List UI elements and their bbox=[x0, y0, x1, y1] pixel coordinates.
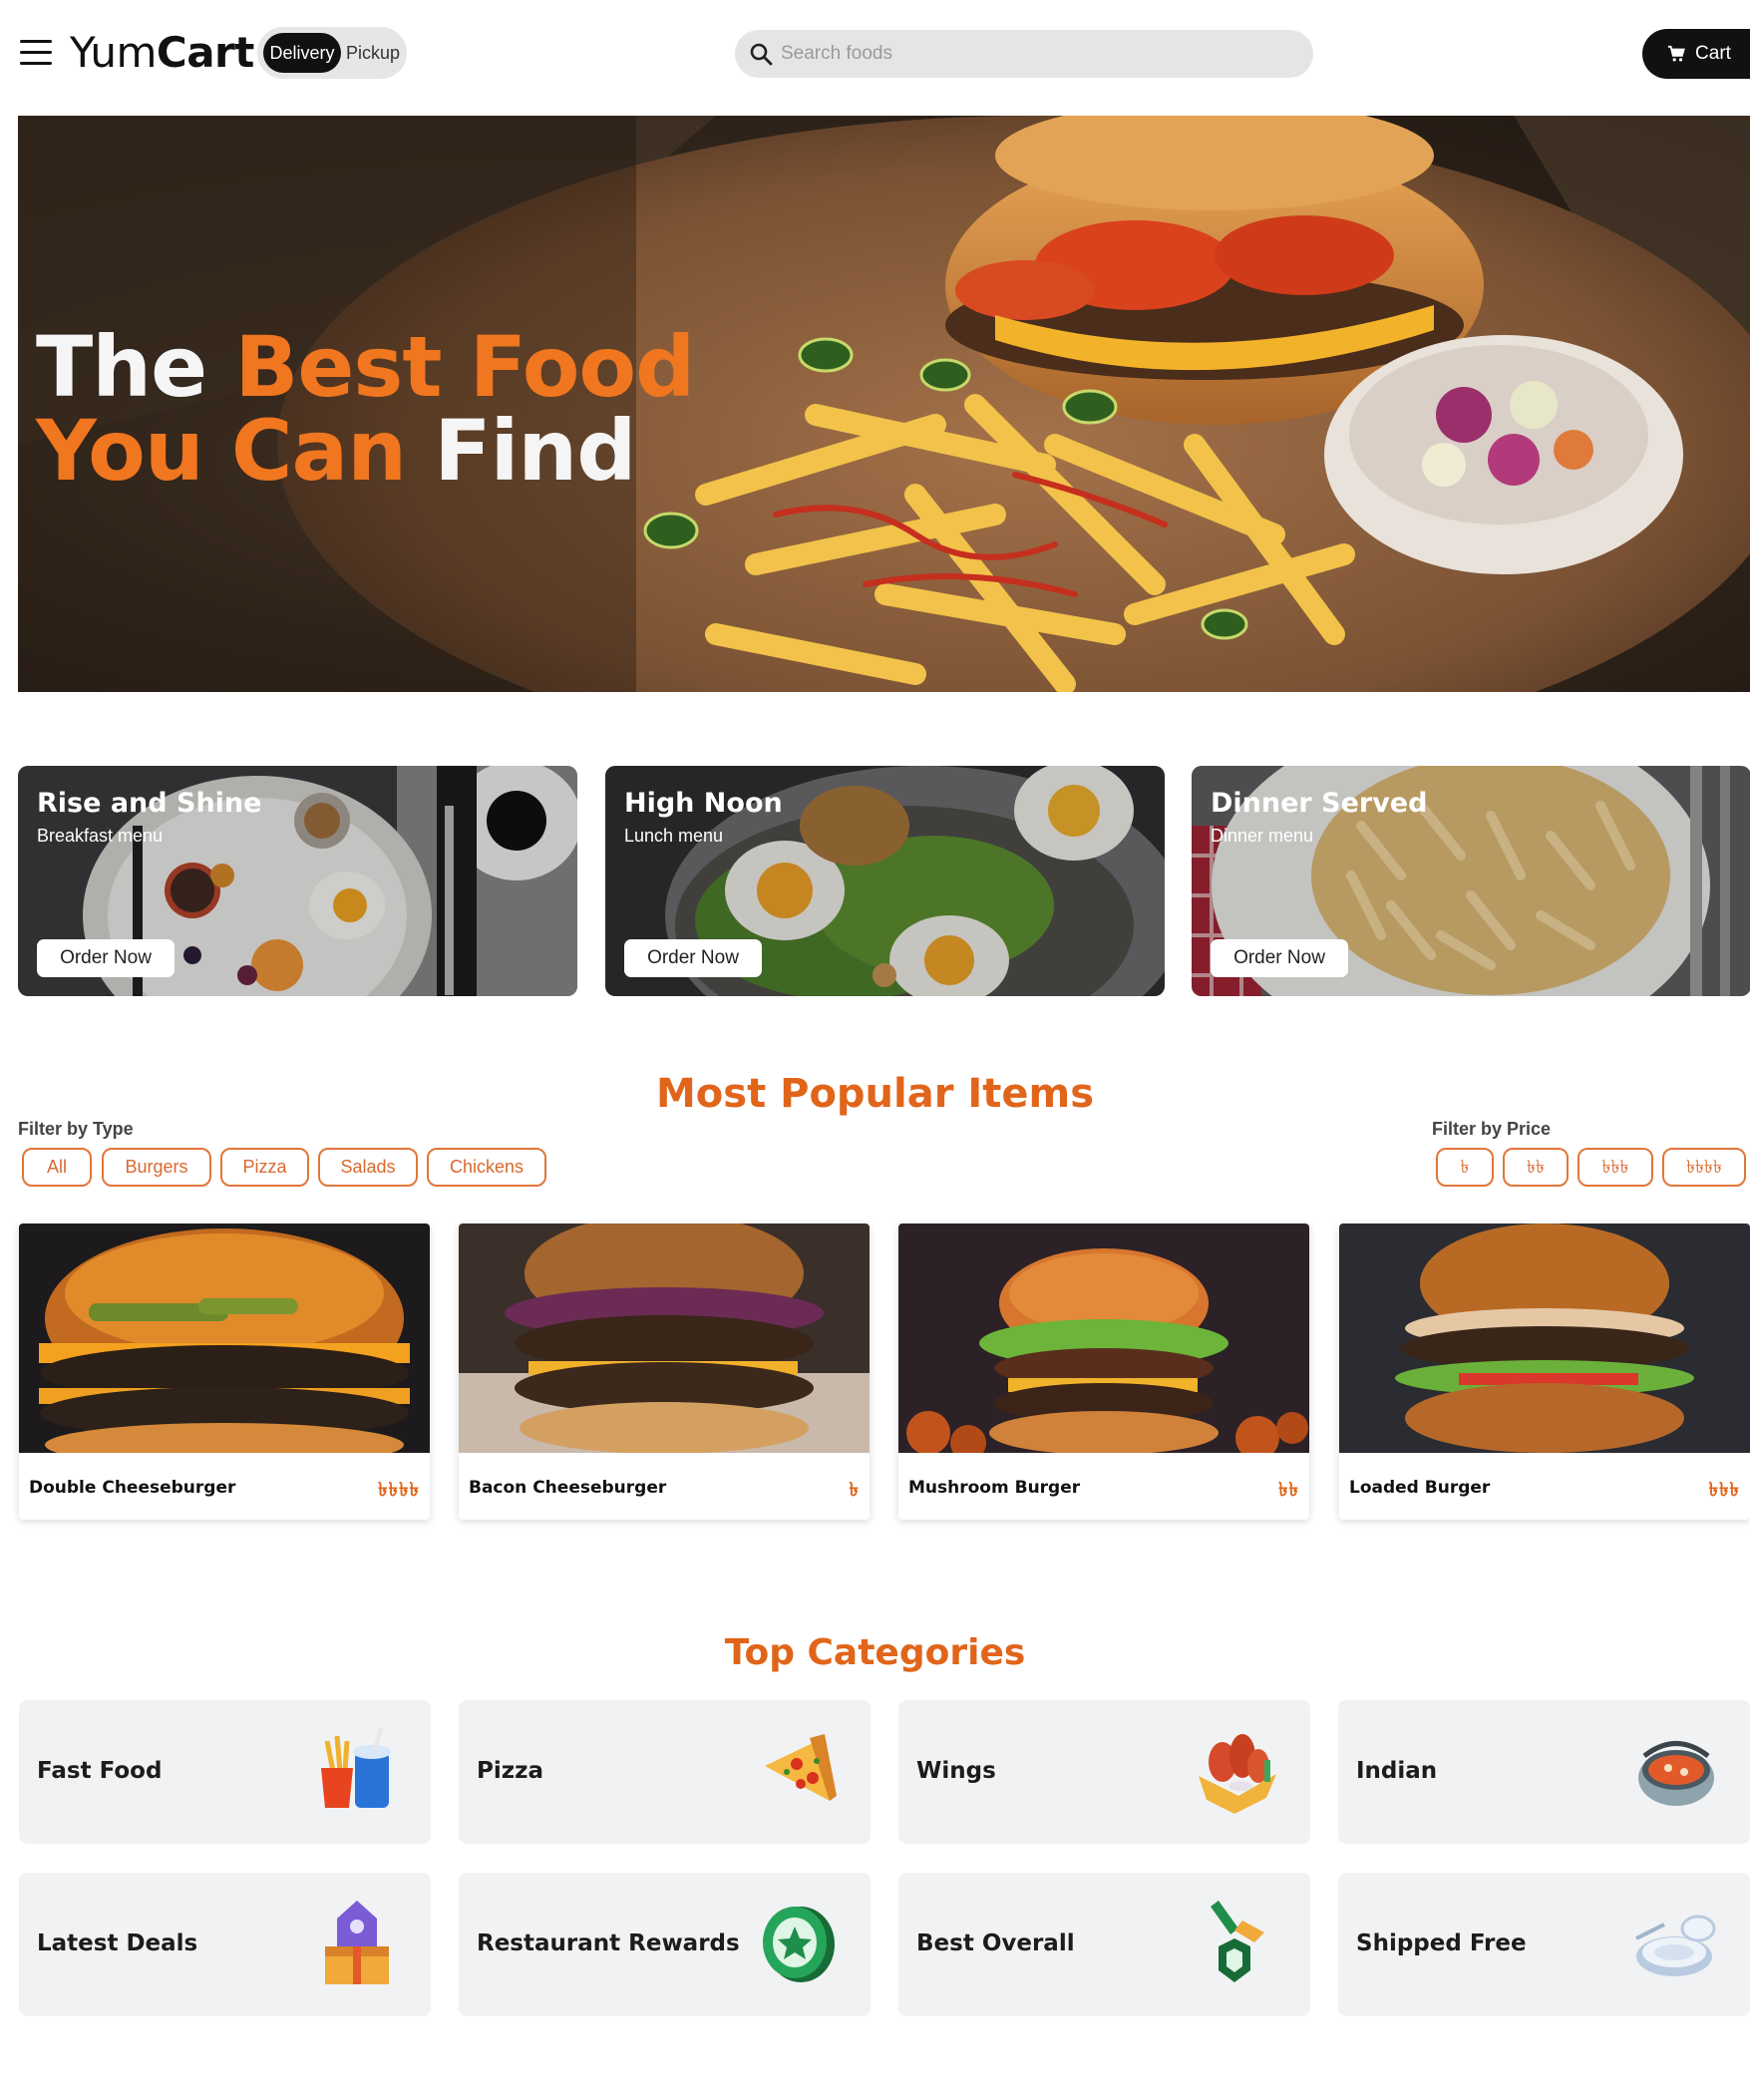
category-card-latest-deals[interactable]: Latest Deals bbox=[19, 1873, 431, 2016]
category-label: Best Overall bbox=[916, 1930, 1075, 1956]
category-label: Latest Deals bbox=[37, 1930, 198, 1956]
double-cheeseburger-image bbox=[19, 1224, 430, 1453]
food-price: ৳ bbox=[849, 1480, 860, 1501]
menu-card-subtitle: Breakfast menu bbox=[37, 826, 164, 846]
logo-text-bold: Cart bbox=[156, 28, 254, 77]
logo[interactable]: YumCart bbox=[70, 28, 254, 77]
category-card-indian[interactable]: Indian bbox=[1338, 1700, 1750, 1844]
menu-card-title: High Noon bbox=[624, 788, 783, 819]
order-now-button[interactable]: Order Now bbox=[1211, 939, 1348, 977]
filter-by-price-label: Filter by Price bbox=[1432, 1119, 1552, 1139]
menu-card-title: Dinner Served bbox=[1211, 788, 1428, 819]
fast-food-icon bbox=[321, 1727, 391, 1808]
hamburger-menu-icon[interactable] bbox=[20, 40, 52, 66]
category-label: Indian bbox=[1356, 1758, 1438, 1784]
food-card[interactable]: Mushroom Burger ৳৳ bbox=[898, 1224, 1309, 1520]
food-price: ৳৳ bbox=[1278, 1480, 1299, 1501]
category-card-best-overall[interactable]: Best Overall bbox=[898, 1873, 1310, 2016]
cart-button[interactable]: Cart bbox=[1642, 29, 1750, 79]
breakfast-menu-card[interactable]: Rise and Shine Breakfast menu Order Now bbox=[18, 766, 577, 996]
loaded-burger-image bbox=[1339, 1224, 1750, 1453]
search-bar bbox=[735, 30, 1313, 78]
category-card-fast-food[interactable]: Fast Food bbox=[19, 1700, 431, 1844]
mushroom-burger-image bbox=[898, 1224, 1309, 1453]
delivery-option[interactable]: Delivery bbox=[263, 33, 341, 73]
medal-icon bbox=[1211, 1901, 1264, 1982]
delivery-pickup-toggle: Delivery Pickup bbox=[257, 27, 407, 79]
wings-icon bbox=[1199, 1734, 1276, 1814]
food-name: Bacon Cheeseburger bbox=[469, 1478, 667, 1498]
category-card-wings[interactable]: Wings bbox=[898, 1700, 1310, 1844]
food-name: Double Cheeseburger bbox=[29, 1478, 236, 1498]
pickup-option[interactable]: Pickup bbox=[343, 33, 403, 73]
food-card[interactable]: Bacon Cheeseburger ৳ bbox=[459, 1224, 870, 1520]
price-chip-1[interactable]: ৳ bbox=[1436, 1148, 1494, 1187]
category-label: Pizza bbox=[477, 1758, 544, 1784]
food-name: Loaded Burger bbox=[1349, 1478, 1491, 1498]
price-chip-2[interactable]: ৳৳ bbox=[1503, 1148, 1569, 1187]
hero-banner: The Best Food You Can Find bbox=[18, 116, 1750, 692]
food-name: Mushroom Burger bbox=[908, 1478, 1081, 1498]
hero-line-1: The Best Food bbox=[36, 325, 695, 409]
menu-card-subtitle: Lunch menu bbox=[624, 826, 724, 846]
most-popular-title: Most Popular Items bbox=[655, 1071, 1095, 1117]
price-chip-4[interactable]: ৳৳৳৳ bbox=[1662, 1148, 1746, 1187]
menu-card-title: Rise and Shine bbox=[37, 788, 262, 819]
filter-chip-chickens[interactable]: Chickens bbox=[427, 1148, 546, 1187]
hero-text-white-2: Find bbox=[434, 402, 636, 500]
search-input[interactable] bbox=[781, 30, 1299, 78]
pizza-icon bbox=[765, 1734, 837, 1801]
deals-gift-icon bbox=[325, 1901, 389, 1984]
top-categories-title: Top Categories bbox=[724, 1632, 1026, 1673]
food-card[interactable]: Loaded Burger ৳৳৳ bbox=[1339, 1224, 1750, 1520]
dinner-menu-card[interactable]: Dinner Served Dinner menu Order Now bbox=[1192, 766, 1750, 996]
filter-chip-burgers[interactable]: Burgers bbox=[102, 1148, 211, 1187]
menu-card-subtitle: Dinner menu bbox=[1211, 826, 1314, 846]
food-price: ৳৳৳৳ bbox=[378, 1480, 420, 1501]
filter-chip-all[interactable]: All bbox=[22, 1148, 92, 1187]
plate-icon bbox=[1635, 1915, 1716, 1976]
category-label: Wings bbox=[916, 1758, 996, 1784]
logo-text-light: Yum bbox=[70, 28, 157, 77]
category-card-pizza[interactable]: Pizza bbox=[459, 1700, 871, 1844]
category-card-shipped-free[interactable]: Shipped Free bbox=[1338, 1873, 1750, 2016]
category-card-restaurant-rewards[interactable]: Restaurant Rewards bbox=[459, 1873, 871, 2016]
reward-coin-icon bbox=[763, 1907, 835, 1982]
hero-line-2: You Can Find bbox=[36, 409, 694, 493]
filter-chip-pizza[interactable]: Pizza bbox=[220, 1148, 309, 1187]
bacon-cheeseburger-image bbox=[459, 1224, 870, 1453]
cart-label: Cart bbox=[1695, 43, 1731, 64]
curry-bowl-icon bbox=[1638, 1741, 1714, 1806]
order-now-button[interactable]: Order Now bbox=[37, 939, 175, 977]
category-label: Fast Food bbox=[37, 1758, 163, 1784]
category-label: Shipped Free bbox=[1356, 1930, 1527, 1956]
food-price: ৳৳৳ bbox=[1708, 1480, 1740, 1501]
cart-icon bbox=[1667, 45, 1685, 62]
hero-headline: The Best Food You Can Find bbox=[36, 325, 695, 493]
category-label: Restaurant Rewards bbox=[477, 1930, 740, 1956]
food-card[interactable]: Double Cheeseburger ৳৳৳৳ bbox=[19, 1224, 430, 1520]
filter-by-type-label: Filter by Type bbox=[18, 1119, 134, 1139]
hero-text-orange-2: You Can bbox=[36, 402, 407, 500]
search-icon bbox=[750, 43, 773, 66]
filter-chip-salads[interactable]: Salads bbox=[318, 1148, 418, 1187]
lunch-menu-card[interactable]: High Noon Lunch menu Order Now bbox=[605, 766, 1165, 996]
price-chip-3[interactable]: ৳৳৳ bbox=[1577, 1148, 1653, 1187]
header: YumCart Delivery Pickup Cart bbox=[0, 0, 1750, 110]
order-now-button[interactable]: Order Now bbox=[624, 939, 762, 977]
